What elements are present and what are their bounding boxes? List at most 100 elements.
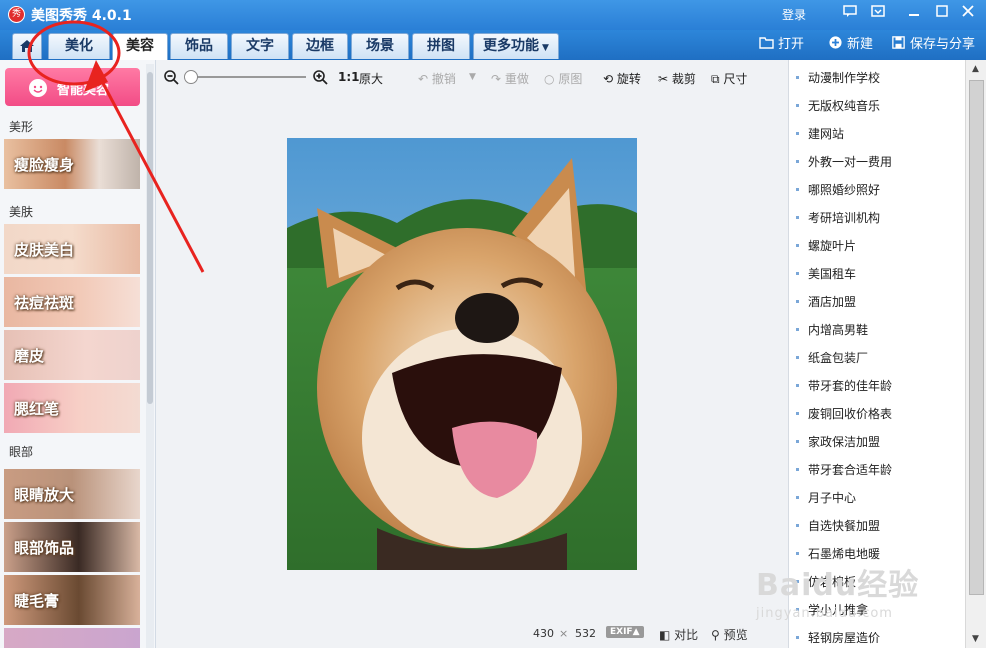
- feedback-icon[interactable]: [840, 4, 860, 24]
- app-title: 美图秀秀 4.0.1: [31, 8, 132, 24]
- skin-menu-icon[interactable]: [868, 4, 888, 24]
- ad-link[interactable]: 无版权纯音乐: [796, 97, 880, 114]
- ad-link[interactable]: 家政保洁加盟: [796, 433, 880, 450]
- section-shape-label: 美形: [9, 120, 34, 134]
- zoom-slider[interactable]: [186, 76, 306, 78]
- title-bar: 秀 美图秀秀 4.0.1 登录: [0, 0, 986, 30]
- crop-button[interactable]: ✂ 裁剪: [658, 70, 696, 87]
- smooth-skin-tool[interactable]: 磨皮: [4, 330, 140, 380]
- skin-whiten-tool[interactable]: 皮肤美白: [4, 224, 140, 274]
- tab-frame[interactable]: 边框: [292, 33, 348, 59]
- ad-link[interactable]: 建网站: [796, 125, 844, 142]
- dog-photo[interactable]: [287, 138, 637, 570]
- new-button[interactable]: 新建: [828, 34, 873, 56]
- tab-beauty[interactable]: 美容: [112, 33, 168, 60]
- ad-link[interactable]: 石墨烯电地暖: [796, 545, 880, 562]
- ad-link[interactable]: 美国租车: [796, 265, 856, 282]
- tab-more-label: 更多功能: [483, 38, 540, 54]
- resize-button[interactable]: ⧉ 尺寸: [711, 70, 747, 87]
- scroll-down-icon[interactable]: ▼: [972, 634, 979, 644]
- ad-link[interactable]: 螺旋叶片: [796, 237, 856, 254]
- ad-link[interactable]: 酒店加盟: [796, 293, 856, 310]
- ad-panel-scrollbar[interactable]: ▲ ▼: [965, 60, 986, 648]
- maximize-icon[interactable]: [932, 4, 952, 24]
- compare-button[interactable]: ◧ 对比: [659, 626, 698, 643]
- dimension-times: ×: [559, 627, 569, 640]
- new-label: 新建: [847, 37, 874, 52]
- undo-history-chevron-icon[interactable]: ▼: [469, 72, 476, 82]
- open-button[interactable]: 打开: [759, 34, 804, 56]
- scissors-icon: ✂: [658, 72, 669, 86]
- bullet-icon: [796, 496, 799, 499]
- ad-link-label: 仿岩棉板: [808, 575, 857, 589]
- bullet-icon: [796, 356, 799, 359]
- face-slim-tool[interactable]: 瘦脸瘦身: [4, 139, 140, 189]
- eye-enlarge-label: 眼睛放大: [14, 486, 75, 504]
- ad-link[interactable]: 废铜回收价格表: [796, 405, 892, 422]
- left-scroll-thumb[interactable]: [147, 72, 153, 404]
- preview-button[interactable]: ⚲ 预览: [711, 626, 748, 643]
- preview-icon: ⚲: [711, 628, 720, 642]
- ad-link[interactable]: 自选快餐加盟: [796, 517, 880, 534]
- ad-link-label: 带牙套的佳年龄: [808, 379, 893, 393]
- rotate-button[interactable]: ⟲ 旋转: [603, 70, 641, 87]
- scroll-up-icon[interactable]: ▲: [972, 64, 979, 74]
- bullet-icon: [796, 440, 799, 443]
- bullet-icon: [796, 636, 799, 639]
- ad-link[interactable]: 纸盒包装厂: [796, 349, 868, 366]
- ad-link-label: 酒店加盟: [808, 295, 857, 309]
- minimize-icon[interactable]: [904, 4, 924, 24]
- zoom-slider-knob[interactable]: [184, 70, 198, 84]
- ad-link[interactable]: 月子中心: [796, 489, 856, 506]
- ad-scroll-thumb[interactable]: [969, 80, 984, 595]
- zoom-out-icon[interactable]: [164, 70, 179, 85]
- undo-button[interactable]: ↶ 撤销: [418, 70, 456, 87]
- eye-enlarge-tool[interactable]: 眼睛放大: [4, 469, 140, 519]
- blush-tool[interactable]: 腮红笔: [4, 383, 140, 433]
- exif-label: EXIF: [610, 627, 633, 637]
- ad-link-label: 内增高男鞋: [808, 323, 869, 337]
- face-slim-label: 瘦脸瘦身: [14, 156, 75, 174]
- tab-accessories[interactable]: 饰品: [170, 33, 228, 59]
- save-icon: [892, 36, 905, 49]
- original-size-button[interactable]: 原大: [359, 70, 383, 87]
- ad-link[interactable]: 哪照婚纱照好: [796, 181, 880, 198]
- ad-link[interactable]: 带牙套的佳年龄: [796, 377, 892, 394]
- bullet-icon: [796, 328, 799, 331]
- smart-beauty-button[interactable]: 智能美容: [5, 68, 140, 106]
- compare-icon: ◧: [659, 628, 671, 642]
- more-eye-tool[interactable]: [4, 628, 140, 648]
- save-share-label: 保存与分享: [910, 37, 976, 52]
- actual-size-ratio[interactable]: 1:1: [338, 70, 360, 84]
- redo-button[interactable]: ↷ 重做: [491, 70, 529, 87]
- acne-remove-tool[interactable]: 祛痘祛斑: [4, 277, 140, 327]
- ad-link[interactable]: 轻钢房屋造价: [796, 629, 880, 646]
- mascara-tool[interactable]: 睫毛膏: [4, 575, 140, 625]
- tab-scene[interactable]: 场景: [351, 33, 409, 59]
- login-link[interactable]: 登录: [782, 6, 806, 23]
- eye-deco-tool[interactable]: 眼部饰品: [4, 522, 140, 572]
- ad-link-label: 废铜回收价格表: [808, 407, 893, 421]
- tab-collage[interactable]: 拼图: [412, 33, 470, 59]
- ad-link[interactable]: 动漫制作学校: [796, 69, 880, 86]
- editing-canvas: 1:1 原大 ↶ 撤销 ▼ ↷ 重做 ○ 原图 ⟲ 旋转 ✂ 裁剪 ⧉ 尺寸 4…: [156, 60, 788, 648]
- ad-link-label: 纸盒包装厂: [808, 351, 869, 365]
- ad-link[interactable]: 外教一对一费用: [796, 153, 892, 170]
- zoom-in-icon[interactable]: [313, 70, 328, 85]
- tab-more[interactable]: 更多功能 ▼: [473, 33, 559, 59]
- tab-beautify[interactable]: 美化: [48, 33, 110, 59]
- section-eyes-label: 眼部: [9, 445, 34, 459]
- tab-home[interactable]: [12, 33, 42, 59]
- close-icon[interactable]: [958, 4, 978, 24]
- left-panel-scrollbar[interactable]: [146, 64, 154, 648]
- save-share-button[interactable]: 保存与分享: [891, 34, 975, 56]
- ad-link[interactable]: 带牙套合适年龄: [796, 461, 892, 478]
- exif-button[interactable]: EXIF▲: [606, 626, 644, 638]
- ad-link[interactable]: 仿岩棉板: [796, 573, 856, 590]
- ad-link[interactable]: 考研培训机构: [796, 209, 880, 226]
- tab-text[interactable]: 文字: [231, 33, 289, 59]
- original-image-button[interactable]: ○ 原图: [544, 70, 582, 87]
- ad-link[interactable]: 学小儿推拿: [796, 601, 868, 618]
- ad-link-label: 美国租车: [808, 267, 857, 281]
- ad-link[interactable]: 内增高男鞋: [796, 321, 868, 338]
